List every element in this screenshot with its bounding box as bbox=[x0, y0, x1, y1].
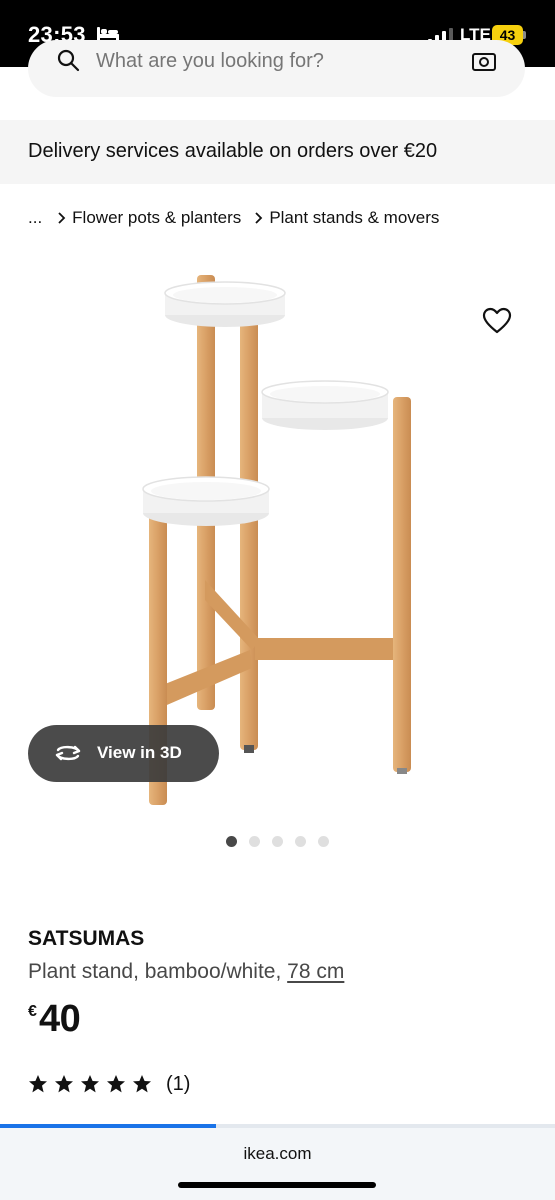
battery-tip bbox=[523, 31, 526, 39]
delivery-banner-text: Delivery services available on orders ov… bbox=[28, 140, 438, 162]
star-icon bbox=[107, 1075, 125, 1093]
search-icon bbox=[57, 49, 80, 72]
page-load-progress bbox=[0, 1124, 555, 1128]
view-in-3d-button[interactable]: View in 3D bbox=[28, 725, 219, 782]
price-currency: € bbox=[28, 1003, 37, 1020]
breadcrumb: ... Flower pots & planters Plant stands … bbox=[28, 207, 439, 229]
product-name[interactable]: SATSUMAS bbox=[28, 927, 144, 951]
product-size-link[interactable]: 78 cm bbox=[287, 960, 344, 983]
chevron-right-icon bbox=[58, 212, 66, 224]
breadcrumb-item-plant-stands[interactable]: Plant stands & movers bbox=[269, 208, 439, 228]
carousel-pagination bbox=[226, 836, 336, 848]
browser-bottom-bar: ikea.com bbox=[0, 1124, 555, 1200]
breadcrumb-item-flower-pots[interactable]: Flower pots & planters bbox=[72, 208, 241, 228]
chevron-right-icon bbox=[255, 212, 263, 224]
star-icon bbox=[55, 1075, 73, 1093]
price-amount: 40 bbox=[39, 998, 81, 1040]
delivery-banner[interactable]: Delivery services available on orders ov… bbox=[0, 120, 555, 184]
product-description-text: Plant stand, bamboo/white, bbox=[28, 960, 282, 983]
search-bar[interactable]: What are you looking for? bbox=[28, 40, 525, 97]
carousel-dot[interactable] bbox=[249, 836, 260, 847]
view-in-3d-label: View in 3D bbox=[97, 743, 182, 762]
camera-search-icon[interactable] bbox=[471, 48, 497, 72]
browser-url[interactable]: ikea.com bbox=[0, 1144, 555, 1164]
home-indicator[interactable] bbox=[178, 1182, 376, 1188]
carousel-dot[interactable] bbox=[226, 836, 237, 847]
carousel-dot[interactable] bbox=[295, 836, 306, 847]
favorite-heart-icon[interactable] bbox=[482, 307, 512, 335]
carousel-dot[interactable] bbox=[318, 836, 329, 847]
star-icon bbox=[29, 1075, 47, 1093]
review-count[interactable]: (1) bbox=[166, 1073, 190, 1096]
breadcrumb-ellipsis[interactable]: ... bbox=[28, 208, 42, 228]
search-placeholder: What are you looking for? bbox=[96, 50, 324, 72]
star-icon bbox=[81, 1075, 99, 1093]
star-icon bbox=[133, 1075, 151, 1093]
product-description: Plant stand, bamboo/white, 78 cm bbox=[28, 960, 344, 984]
page-load-progress-fill bbox=[0, 1124, 217, 1128]
product-rating[interactable]: (1) bbox=[28, 1072, 190, 1096]
carousel-dot[interactable] bbox=[272, 836, 283, 847]
rotate-3d-icon bbox=[55, 745, 81, 761]
